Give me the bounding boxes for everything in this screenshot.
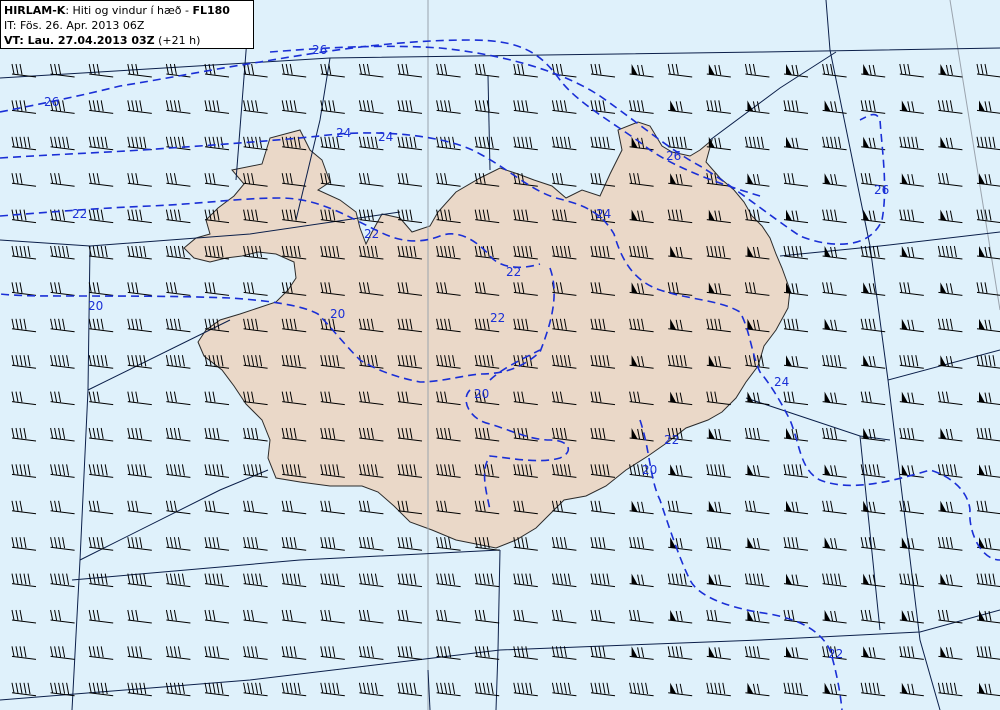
contour-label: 22 xyxy=(490,311,505,325)
contour-label: 22 xyxy=(72,207,87,221)
issue-time: IT: Fös. 26. Apr. 2013 06Z xyxy=(4,19,145,32)
contour-label: 20 xyxy=(642,463,657,477)
contour-label: 24 xyxy=(336,126,351,140)
contour-label: 26 xyxy=(874,183,889,197)
contour-label: 20 xyxy=(330,307,345,321)
contour-label: 26 xyxy=(666,149,681,163)
contour-label: 22 xyxy=(664,433,679,447)
contour-label: 20 xyxy=(88,299,103,313)
contour-label: 24 xyxy=(774,375,789,389)
weather-map: 26 26 24 24 22 22 20 20 22 22 24 26 26 2… xyxy=(0,0,1000,710)
forecast-offset: (+21 h) xyxy=(154,34,201,47)
contour-label: 26 xyxy=(312,43,327,57)
contour-label: 24 xyxy=(378,130,393,144)
model-name: HIRLAM-K xyxy=(4,4,66,17)
contour-label: 22 xyxy=(828,647,843,661)
contour-label: 26 xyxy=(44,95,59,109)
contour-label: 22 xyxy=(364,227,379,241)
contour-label: 20 xyxy=(474,387,489,401)
flight-level: FL180 xyxy=(192,4,230,17)
valid-time-line: VT: Lau. 27.04.2013 03Z (+21 h) xyxy=(4,33,250,48)
title-description: : Hiti og vindur í hæð - xyxy=(65,4,193,17)
map-title-box: HIRLAM-K: Hiti og vindur í hæð - FL180 I… xyxy=(0,0,254,49)
title-line: HIRLAM-K: Hiti og vindur í hæð - FL180 xyxy=(4,3,250,18)
valid-time: VT: Lau. 27.04.2013 03Z xyxy=(4,34,155,47)
contour-label: 24 xyxy=(596,207,611,221)
contour-label: 22 xyxy=(506,265,521,279)
